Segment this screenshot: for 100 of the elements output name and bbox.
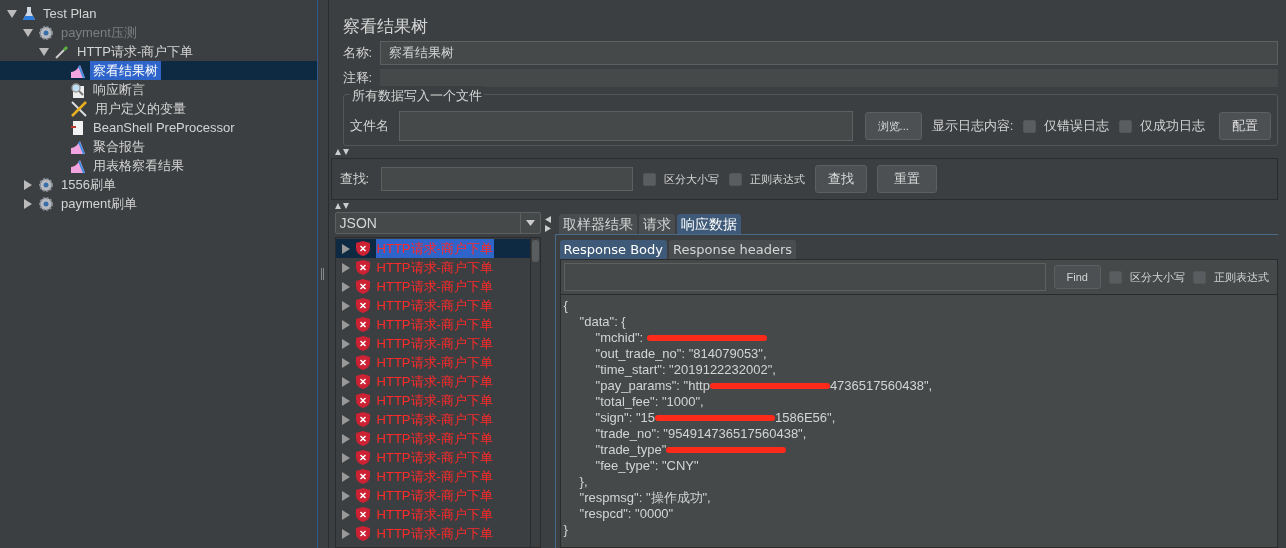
result-label: HTTP请求-商户下单 <box>375 505 494 524</box>
result-label: HTTP请求-商户下单 <box>375 486 494 505</box>
document-icon <box>70 119 86 136</box>
result-label: HTTP请求-商户下单 <box>375 258 494 277</box>
error-shield-icon <box>355 526 370 541</box>
tab[interactable]: 请求 <box>638 214 675 234</box>
reset-button[interactable]: 重置 <box>877 165 938 193</box>
expand-caret-icon[interactable] <box>341 319 350 330</box>
search-icon <box>70 81 86 98</box>
configure-button[interactable]: 配置 <box>1219 112 1271 140</box>
checkbox-label: 仅错误日志 <box>1044 117 1110 136</box>
checkbox[interactable] <box>1023 119 1037 133</box>
field-label: 名称: <box>342 44 373 63</box>
pipette-icon <box>54 43 70 60</box>
error-shield-icon <box>355 488 370 503</box>
field-label: 查找: <box>339 170 370 189</box>
result-label: HTTP请求-商户下单 <box>375 238 494 259</box>
expand-caret-icon[interactable] <box>341 452 350 463</box>
scrollbar-thumb[interactable] <box>531 240 539 262</box>
expand-caret-icon[interactable] <box>341 243 350 254</box>
expand-caret-icon[interactable] <box>341 262 350 273</box>
tree-item[interactable]: Test Plan <box>40 3 100 24</box>
result-label: HTTP请求-商户下单 <box>375 334 494 353</box>
filename-field[interactable] <box>398 111 853 141</box>
split-arrows-icon[interactable] <box>544 216 551 232</box>
tree-item[interactable]: 1556刷单 <box>58 174 119 195</box>
expand-caret-icon[interactable] <box>341 357 350 368</box>
code-line: "total_fee": "1000", <box>595 394 704 410</box>
collapse-caret-icon[interactable] <box>23 179 33 190</box>
gear-icon <box>38 195 54 212</box>
code-line: "pay_params": "http <box>595 378 710 394</box>
collapse-arrows-icon[interactable] <box>334 149 349 155</box>
tab[interactable]: Response headers <box>669 240 797 259</box>
error-shield-icon <box>355 241 370 256</box>
body-search-field[interactable] <box>563 263 1046 291</box>
find-button[interactable]: 查找 <box>815 165 868 193</box>
expand-caret-icon[interactable] <box>341 471 350 482</box>
code-line: }, <box>579 474 588 490</box>
tab[interactable]: Response Body <box>559 240 667 259</box>
checkbox-label: 区分大小写 <box>664 171 720 187</box>
field-label: 文件名 <box>349 117 389 136</box>
result-label: HTTP请求-商户下单 <box>375 448 494 467</box>
error-shield-icon <box>355 260 370 275</box>
search-field[interactable] <box>381 167 634 191</box>
expand-caret-icon[interactable] <box>341 376 350 387</box>
tab[interactable]: 取样器结果 <box>558 214 637 234</box>
checkbox-label: 正则表达式 <box>1214 269 1269 285</box>
code-line: "respcd": "0000" <box>579 506 674 522</box>
error-shield-icon <box>355 336 370 351</box>
expand-caret-icon[interactable] <box>341 509 350 520</box>
checkbox[interactable] <box>643 172 657 186</box>
browse-button[interactable]: 浏览... <box>864 112 922 140</box>
gear-icon <box>38 24 54 41</box>
expand-caret-icon[interactable] <box>341 395 350 406</box>
log-label: 显示日志内容: <box>931 117 1014 136</box>
tree-item[interactable]: payment刷单 <box>58 193 140 214</box>
code-line: "data": { <box>579 314 626 330</box>
expand-caret-icon[interactable] <box>7 8 17 19</box>
code-line: "fee_type": "CNY" <box>595 458 699 474</box>
error-shield-icon <box>355 431 370 446</box>
gear-icon <box>38 176 54 193</box>
error-shield-icon <box>355 469 370 484</box>
tab[interactable]: 响应数据 <box>676 214 741 234</box>
collapse-caret-icon[interactable] <box>23 198 33 209</box>
checkbox[interactable] <box>1119 119 1133 133</box>
result-label: HTTP请求-商户下单 <box>375 315 494 334</box>
find-button[interactable]: Find <box>1053 265 1101 289</box>
collapse-arrows-icon[interactable] <box>334 203 349 209</box>
expand-caret-icon[interactable] <box>341 528 350 539</box>
dropdown-caret-icon[interactable] <box>525 220 535 226</box>
renderer-dropdown[interactable]: JSON <box>334 212 541 234</box>
code-line: "respmsg": "操作成功", <box>579 490 711 506</box>
splitter-grip-icon[interactable] <box>321 268 325 280</box>
expand-caret-icon[interactable] <box>341 433 350 444</box>
expand-caret-icon[interactable] <box>341 281 350 292</box>
result-label: HTTP请求-商户下单 <box>375 410 494 429</box>
error-shield-icon <box>355 412 370 427</box>
error-shield-icon <box>355 317 370 332</box>
expand-caret-icon[interactable] <box>341 338 350 349</box>
error-shield-icon <box>355 374 370 389</box>
name-field[interactable]: 察看结果树 <box>380 41 1278 65</box>
error-shield-icon <box>355 450 370 465</box>
code-line: "time_start": "2019122232002", <box>595 362 776 378</box>
expand-caret-icon[interactable] <box>341 490 350 501</box>
code-line: } <box>563 522 568 538</box>
result-label: HTTP请求-商户下单 <box>375 372 494 391</box>
code-line: "trade_type" <box>595 442 667 458</box>
error-shield-icon <box>355 279 370 294</box>
result-label: HTTP请求-商户下单 <box>375 467 494 486</box>
expand-caret-icon[interactable] <box>341 300 350 311</box>
checkbox-label: 区分大小写 <box>1130 269 1185 285</box>
result-label: HTTP请求-商户下单 <box>375 429 494 448</box>
error-shield-icon <box>355 393 370 408</box>
expand-caret-icon[interactable] <box>341 414 350 425</box>
result-label: HTTP请求-商户下单 <box>375 391 494 410</box>
result-label: HTTP请求-商户下单 <box>375 296 494 315</box>
error-shield-icon <box>355 507 370 522</box>
flask-icon <box>22 5 36 22</box>
error-shield-icon <box>355 298 370 313</box>
checkbox[interactable] <box>729 172 743 186</box>
